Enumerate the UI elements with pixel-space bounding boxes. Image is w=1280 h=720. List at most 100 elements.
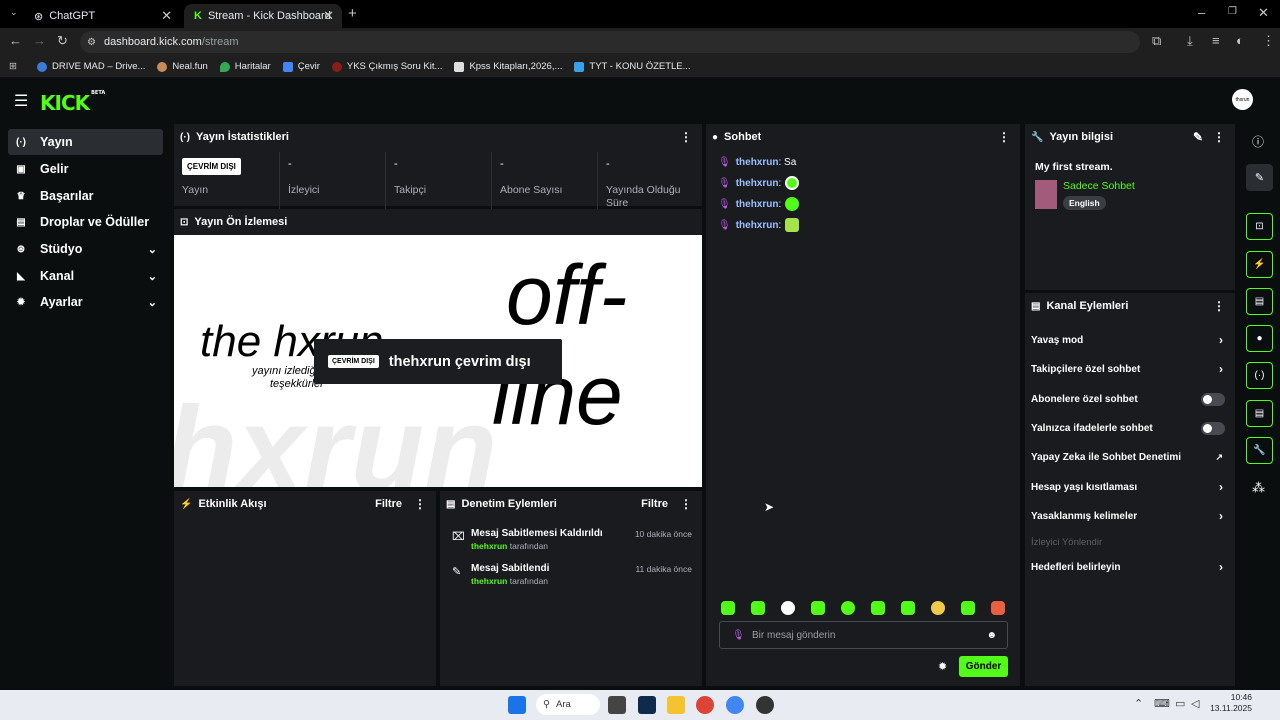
action-followers-only[interactable]: Takipçilere özel sohbet › <box>1031 359 1227 379</box>
chat-input[interactable]: 🎙 Bir mesaj gönderin ☻ <box>719 621 1008 649</box>
subscribers-only-toggle[interactable] <box>1201 392 1225 406</box>
action-banned-words[interactable]: Yasaklanmış kelimeler › <box>1031 506 1227 526</box>
chat-username[interactable]: thehxrun <box>736 220 779 231</box>
windows-start-icon[interactable] <box>508 696 526 714</box>
keyboard-icon[interactable]: ⌨ <box>1154 697 1170 710</box>
more-options-icon[interactable]: ⋮ <box>414 497 426 511</box>
more-options-icon[interactable]: ⋮ <box>1213 130 1225 144</box>
bookmark[interactable]: TYT - KONU ÖZETLE... <box>574 61 691 72</box>
moderation-user[interactable]: thehxrun <box>471 576 507 586</box>
chat-username[interactable]: thehxrun <box>736 157 779 168</box>
action-emotes-only[interactable]: Yalnızca ifadelerle sohbet <box>1031 418 1227 438</box>
apps-grid-icon[interactable]: ⊞ <box>9 61 17 72</box>
more-options-icon[interactable]: ⋮ <box>998 130 1010 144</box>
bookmark[interactable]: DRIVE MAD – Drive... <box>36 61 145 72</box>
minimize-icon[interactable]: – <box>1198 5 1205 20</box>
moderation-user[interactable]: thehxrun <box>471 541 507 551</box>
emote-icon[interactable] <box>841 601 855 615</box>
sidebar-item-kanal[interactable]: ◣ Kanal ⌄ <box>8 263 163 289</box>
send-button[interactable]: Gönder <box>959 656 1008 677</box>
sidebar-item-droplar[interactable]: ▤ Droplar ve Ödüller <box>8 209 163 235</box>
sidebar-item-studyo[interactable]: ⊛ Stüdyo ⌄ <box>8 236 163 262</box>
action-slow-mode[interactable]: Yavaş mod › <box>1031 330 1227 350</box>
emote-icon[interactable] <box>901 601 915 615</box>
app-icon[interactable] <box>756 696 774 714</box>
filter-button[interactable]: Filtre <box>375 498 402 510</box>
tray-chevron-icon[interactable]: ⌃ <box>1134 697 1143 710</box>
back-icon[interactable]: ← <box>9 33 22 48</box>
avatar[interactable]: thxrun <box>1232 89 1253 110</box>
download-icon[interactable]: ⤓ <box>1187 33 1193 49</box>
action-goals[interactable]: Hedefleri belirleyin › <box>1031 557 1227 577</box>
sidebar-item-yayin[interactable]: (·) Yayın <box>8 129 163 155</box>
close-window-icon[interactable]: ✕ <box>1258 5 1269 21</box>
bookmark[interactable]: Çevir <box>282 61 320 72</box>
action-ai-moderation[interactable]: Yapay Zeka ile Sohbet Denetimi ↗ <box>1031 447 1227 467</box>
restore-icon[interactable]: ❐ <box>1228 6 1237 17</box>
taskview-icon[interactable] <box>608 696 626 714</box>
kick-logo[interactable]: KICK BETA <box>40 90 105 115</box>
new-tab-icon[interactable]: + <box>348 5 357 22</box>
emotes-only-toggle[interactable] <box>1201 421 1225 435</box>
gear-icon[interactable]: ✹ <box>938 660 947 673</box>
emote-icon[interactable] <box>931 601 945 615</box>
sidebar-item-gelir[interactable]: ▣ Gelir <box>8 156 163 182</box>
emote-icon[interactable] <box>871 601 885 615</box>
emote-icon[interactable] <box>961 601 975 615</box>
preview-widget-button[interactable]: ⊡ <box>1246 213 1273 240</box>
close-tab-icon[interactable]: ✕ <box>323 8 334 24</box>
site-info-icon[interactable]: ⚙ <box>87 37 96 48</box>
emote-icon[interactable] <box>811 601 825 615</box>
forward-icon[interactable]: → <box>33 33 46 48</box>
actions-widget-button[interactable]: ▤ <box>1246 400 1273 427</box>
tab-kick[interactable]: K Stream - Kick Dashboard ✕ <box>184 4 342 28</box>
bookmark[interactable]: Neal.fun <box>157 61 208 72</box>
address-bar[interactable]: ⚙ dashboard.kick.com/stream <box>80 31 1140 53</box>
action-account-age[interactable]: Hesap yaşı kısıtlaması › <box>1031 477 1227 497</box>
emote-icon[interactable] <box>751 601 765 615</box>
info-icon[interactable]: ⓘ <box>1252 133 1264 150</box>
photoshop-icon[interactable] <box>638 696 656 714</box>
action-subscribers-only[interactable]: Abonelere özel sohbet <box>1031 389 1227 409</box>
chrome-profile-icon[interactable] <box>726 696 744 714</box>
more-options-icon[interactable]: ⋮ <box>680 130 692 144</box>
chat-username[interactable]: thehxrun <box>736 178 779 189</box>
bookmark[interactable]: Kpss Kitapları,2026,... <box>454 61 562 72</box>
emote-icon[interactable] <box>781 601 795 615</box>
file-explorer-icon[interactable] <box>667 696 685 714</box>
tab-list-icon[interactable]: ⌄ <box>10 7 18 18</box>
chat-widget-button[interactable]: ● <box>1246 325 1273 352</box>
bookmark[interactable]: Haritalar <box>219 61 271 72</box>
emote-icon[interactable] <box>721 601 735 615</box>
more-widgets-icon[interactable]: ⁂ <box>1252 480 1265 496</box>
chrome-icon[interactable] <box>696 696 714 714</box>
menu-icon[interactable]: ⋮ <box>1262 33 1275 49</box>
tab-chatgpt[interactable]: ⊛ ChatGPT ✕ <box>24 4 180 28</box>
volume-icon[interactable]: ◁ <box>1191 697 1199 710</box>
network-icon[interactable]: ▭ <box>1175 697 1185 710</box>
filter-button[interactable]: Filtre <box>641 498 668 510</box>
reload-icon[interactable]: ↻ <box>57 33 68 49</box>
clock[interactable]: 10:46 13.11.2025 <box>1208 692 1252 714</box>
taskbar-search[interactable]: ⚲ Ara <box>536 694 600 715</box>
bookmark[interactable]: YKS Çıkmış Soru Kit... <box>331 61 442 72</box>
stats-widget-button[interactable]: (·) <box>1246 362 1273 389</box>
emote-icon[interactable] <box>991 601 1005 615</box>
moderation-widget-button[interactable]: ▤ <box>1246 288 1273 315</box>
category-link[interactable]: Sadece Sohbet <box>1063 180 1135 192</box>
sidebar-item-ayarlar[interactable]: ✹ Ayarlar ⌄ <box>8 289 163 315</box>
extensions-icon[interactable]: ⧉ <box>1152 33 1161 49</box>
more-options-icon[interactable]: ⋮ <box>680 497 692 511</box>
edit-icon[interactable]: ✎ <box>1193 130 1203 144</box>
info-widget-button[interactable]: 🔧 <box>1246 437 1273 464</box>
profile-icon[interactable]: ◐ <box>1236 33 1244 48</box>
emoji-icon[interactable]: ☻ <box>986 630 997 641</box>
edit-layout-button[interactable]: ✎ <box>1246 164 1273 191</box>
close-tab-icon[interactable]: ✕ <box>161 8 172 24</box>
media-icon[interactable]: ≡ <box>1212 33 1220 48</box>
hamburger-menu-icon[interactable]: ☰ <box>14 91 28 111</box>
activity-widget-button[interactable]: ⚡ <box>1246 251 1273 278</box>
more-options-icon[interactable]: ⋮ <box>1213 299 1225 313</box>
chat-username[interactable]: thehxrun <box>736 199 779 210</box>
sidebar-item-basarilar[interactable]: ♛ Başarılar <box>8 183 163 209</box>
